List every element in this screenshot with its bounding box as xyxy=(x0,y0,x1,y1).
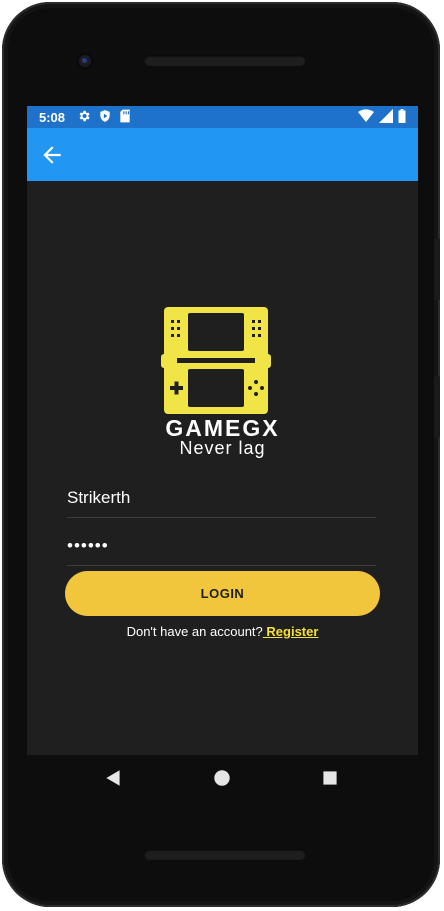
app-bar xyxy=(27,128,418,181)
register-prompt-line: Don't have an account? Register xyxy=(27,624,418,639)
power-button xyxy=(434,376,440,438)
register-link[interactable]: Register xyxy=(263,624,318,639)
brand-tagline: Never lag xyxy=(179,438,266,458)
square-recents-icon[interactable] xyxy=(319,767,341,789)
navigation-bar xyxy=(27,755,418,800)
battery-icon xyxy=(398,109,406,123)
wifi-icon xyxy=(358,109,374,122)
volume-button xyxy=(434,238,440,300)
arrow-back-icon[interactable] xyxy=(39,142,65,168)
status-time: 5:08 xyxy=(39,110,66,125)
password-field[interactable] xyxy=(67,531,376,566)
gear-icon xyxy=(79,110,90,122)
play-protect-icon xyxy=(100,110,110,122)
login-button[interactable]: LOGIN xyxy=(65,571,380,616)
bottom-speaker xyxy=(144,849,306,860)
front-camera xyxy=(76,52,94,70)
username-field[interactable] xyxy=(67,483,376,518)
register-prompt-text: Don't have an account? xyxy=(126,624,263,639)
signal-icon xyxy=(379,109,393,123)
gamegx-logo-icon xyxy=(161,307,271,414)
top-speaker xyxy=(144,55,306,66)
status-bar: 5:08 xyxy=(27,106,418,128)
triangle-back-icon[interactable] xyxy=(102,767,124,789)
circle-home-icon[interactable] xyxy=(211,767,233,789)
app-screen: 5:08 GAMEGX Never lag Strikerth •••••• L… xyxy=(27,106,418,755)
sd-card-icon xyxy=(120,109,130,123)
